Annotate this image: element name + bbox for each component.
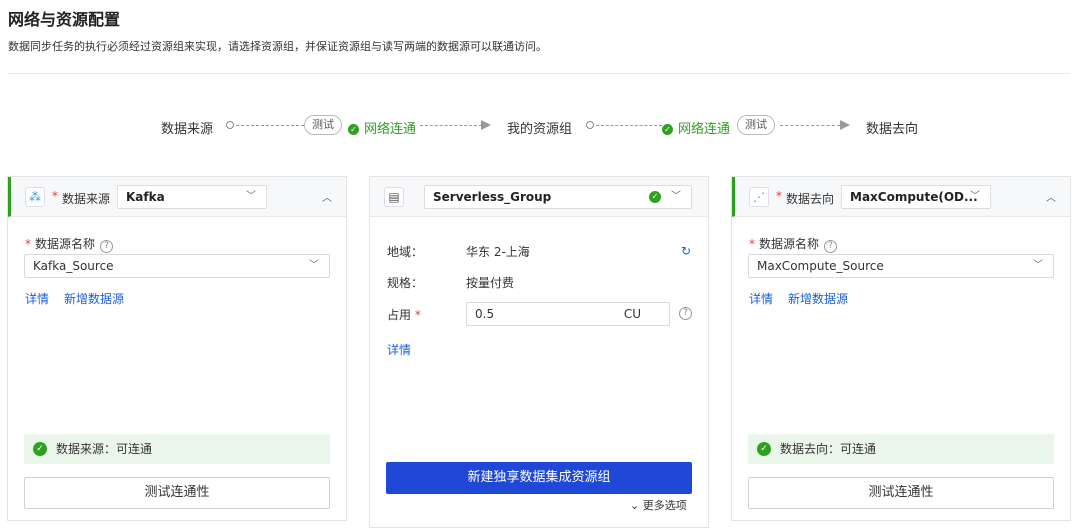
source-type-value: Kafka [126,190,165,204]
dest-name-select[interactable]: MaxCompute_Source ﹀ [748,254,1054,278]
chevron-down-icon: ﹀ [671,191,681,202]
dest-card: ⋰ * 数据去向 MaxCompute(OD... ﹀ ︿ * 数据源名称? Ma… [731,176,1071,521]
flow-dashed-line [780,125,840,126]
flow-network-ok-1: ✓ 网络连通 [348,118,416,137]
flow-node-circle [226,121,234,129]
source-add-link[interactable]: 新增数据源 [64,290,124,307]
dest-name-label: * 数据源名称? [749,235,838,253]
chevron-up-icon[interactable]: ︿ [1046,189,1056,204]
flow-dest-label: 数据去向 [866,122,919,137]
server-icon: ▤ [384,187,404,207]
arrow-right-icon [840,120,850,130]
flow-test-button-1[interactable]: 测试 [304,115,342,135]
source-name-label: * 数据源名称? [25,235,114,253]
more-options-toggle[interactable]: ⌄ 更多选项 [630,497,687,513]
source-type-select[interactable]: Kafka ﹀ [117,185,267,209]
maxcompute-icon: ⋰ [749,187,769,207]
source-type-label: 数据来源 [62,192,111,206]
flow-network-ok-2: ✓ 网络连通 [662,118,730,137]
flow-resource-group-label: 我的资源组 [507,122,573,137]
resource-group-card: ▤ Serverless_Group ✓ ﹀ 地域： 华东 2-上海 ↻ 规格：… [369,176,709,528]
source-card: ⁂ * 数据来源 Kafka ﹀ ︿ * 数据源名称? Kafka_Source … [7,176,347,521]
resource-group-value: Serverless_Group [433,190,552,204]
source-status-bar: ✓ 数据来源：可连通 [24,434,330,464]
dest-test-connectivity-button[interactable]: 测试连通性 [748,477,1054,509]
usage-unit: CU [623,307,641,321]
divider [8,73,1070,74]
check-circle-icon: ✓ [757,442,771,456]
flow-dashed-line [596,125,662,126]
flow-network-ok-1-text: 网络连通 [364,122,417,137]
create-resource-group-button[interactable]: 新建独享数据集成资源组 [386,462,692,494]
source-name-select[interactable]: Kafka_Source ﹀ [24,254,330,278]
check-circle-icon: ✓ [649,191,661,203]
usage-input[interactable]: 0.5 CU [466,302,670,326]
flow-test-button-2[interactable]: 测试 [737,115,775,135]
flow-dashed-line [420,125,482,126]
required-mark: * [776,189,782,203]
chevron-up-icon[interactable]: ︿ [322,189,332,204]
chevron-double-down-icon: ⌄ [630,499,640,512]
page-title: 网络与资源配置 [8,10,121,29]
region-key: 地域： [387,245,424,259]
chevron-down-icon: ﹀ [309,260,319,271]
dest-name-label-text: 数据源名称 [759,237,820,251]
required-mark: * [52,189,58,203]
chevron-down-icon: ﹀ [970,191,980,202]
dest-card-header: ⋰ * 数据去向 MaxCompute(OD... ﹀ ︿ [732,177,1070,217]
required-mark: * [414,308,421,322]
check-circle-icon: ✓ [348,124,359,135]
dest-add-link[interactable]: 新增数据源 [788,290,848,307]
dest-name-value: MaxCompute_Source [757,259,884,273]
region-value: 华东 2-上海 [466,245,530,259]
flow-dashed-line [236,125,304,126]
chevron-down-icon: ﹀ [1033,260,1043,271]
kafka-icon: ⁂ [25,187,45,207]
dest-status-bar: ✓ 数据去向：可连通 [748,434,1054,464]
dest-type-value: MaxCompute(OD... [850,190,978,204]
usage-key-text: 占用 [387,308,412,322]
arrow-right-icon [481,120,491,130]
dest-status-text: 数据去向：可连通 [780,442,877,456]
dest-type-select[interactable]: MaxCompute(OD... ﹀ [841,185,991,209]
source-detail-link[interactable]: 详情 [25,290,49,307]
more-options-text: 更多选项 [642,499,687,512]
help-icon[interactable]: ? [679,307,692,320]
resource-detail-link[interactable]: 详情 [387,341,411,358]
usage-value: 0.5 [475,307,495,321]
refresh-icon[interactable]: ↻ [681,244,691,258]
dest-detail-link[interactable]: 详情 [749,290,773,307]
source-status-text: 数据来源：可连通 [56,442,153,456]
resource-group-select[interactable]: Serverless_Group ✓ ﹀ [424,185,692,209]
source-test-connectivity-button[interactable]: 测试连通性 [24,477,330,509]
page-description: 数据同步任务的执行必须经过资源组来实现，请选择资源组，并保证资源组与读写两端的数… [8,40,547,53]
flow-network-ok-2-text: 网络连通 [678,122,731,137]
flow-source-label: 数据来源 [161,122,214,137]
spec-key: 规格： [387,276,424,290]
chevron-down-icon: ﹀ [246,191,256,202]
help-icon[interactable]: ? [100,240,114,253]
required-mark: * [749,237,755,251]
required-mark: * [25,237,31,251]
flow-node-circle [586,121,594,129]
check-circle-icon: ✓ [662,124,673,135]
check-circle-icon: ✓ [33,442,47,456]
spec-value: 按量付费 [466,276,515,290]
source-name-label-text: 数据源名称 [35,237,96,251]
resource-card-header: ▤ Serverless_Group ✓ ﹀ [370,177,708,217]
source-card-header: ⁂ * 数据来源 Kafka ﹀ ︿ [8,177,346,217]
usage-key: 占用 * [387,306,421,323]
help-icon[interactable]: ? [824,240,838,253]
dest-type-label: 数据去向 [786,192,835,206]
source-name-value: Kafka_Source [33,259,114,273]
connectivity-flow: 数据来源 测试 ✓ 网络连通 我的资源组 ✓ 网络连通 测试 数据去向 [0,115,1080,137]
